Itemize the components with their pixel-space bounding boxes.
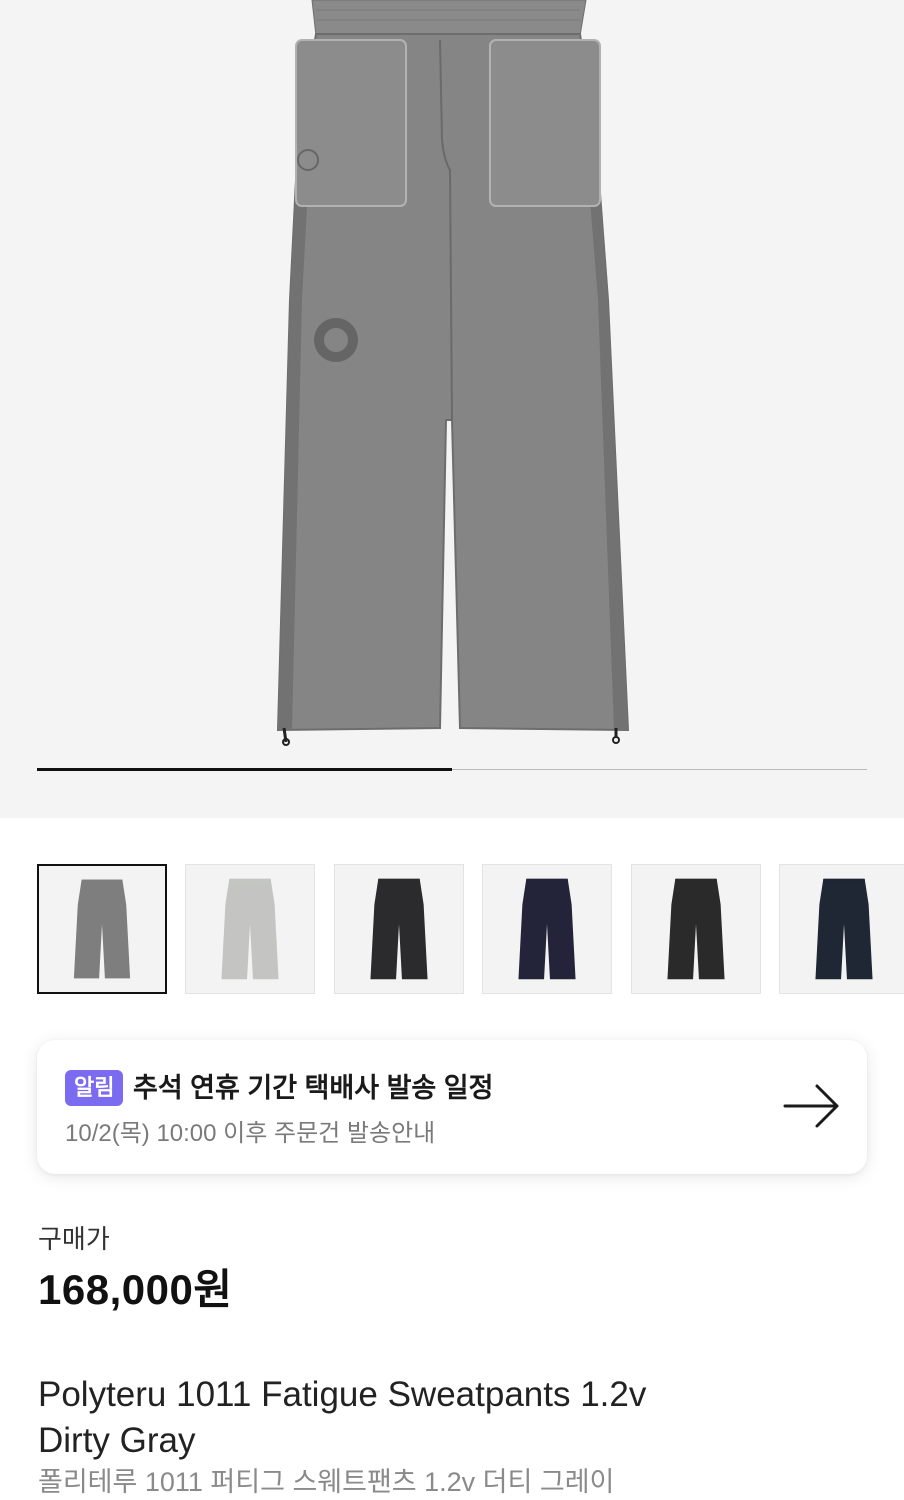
gallery-progress-fill [37, 768, 452, 771]
arrow-right-icon[interactable] [783, 1082, 841, 1130]
product-name-korean: 폴리테루 1011 퍼티그 스웨트팬츠 1.2v 더티 그레이 [38, 1467, 615, 1497]
notice-title: 추석 연휴 기간 택배사 발송 일정 [133, 1073, 494, 1103]
product-thumbnail[interactable] [779, 864, 904, 994]
notice-subtitle: 10/2(목) 10:00 이후 주문건 발송안내 [65, 1120, 436, 1147]
notice-badge: 알림 [65, 1070, 124, 1106]
product-image-gallery[interactable] [0, 0, 904, 818]
product-thumbnail[interactable] [482, 864, 613, 994]
product-name-line-2: Dirty Gray [38, 1421, 196, 1460]
product-thumbnail[interactable] [333, 864, 464, 994]
thumbnail-pants-image [518, 878, 576, 980]
notice-banner[interactable]: 알림 추석 연휴 기간 택배사 발송 일정 10/2(목) 10:00 이후 주… [37, 1040, 867, 1174]
product-thumbnail[interactable] [37, 864, 167, 994]
product-main-image [276, 0, 630, 746]
gallery-progress-bar [37, 768, 867, 771]
thumbnail-pants-image [73, 879, 131, 979]
thumbnail-strip[interactable] [37, 864, 904, 994]
price-label: 구매가 [38, 1224, 110, 1254]
product-name-line-1: Polyteru 1011 Fatigue Sweatpants 1.2v [38, 1375, 647, 1414]
thumbnail-pants-image [815, 878, 873, 980]
thumbnail-pants-image [667, 878, 725, 980]
price-value: 168,000원 [38, 1266, 233, 1313]
product-thumbnail[interactable] [630, 864, 761, 994]
product-name: Polyteru 1011 Fatigue Sweatpants 1.2v Di… [38, 1372, 858, 1464]
thumbnail-pants-image [370, 878, 428, 980]
product-thumbnail[interactable] [185, 864, 316, 994]
thumbnail-pants-image [221, 878, 279, 980]
